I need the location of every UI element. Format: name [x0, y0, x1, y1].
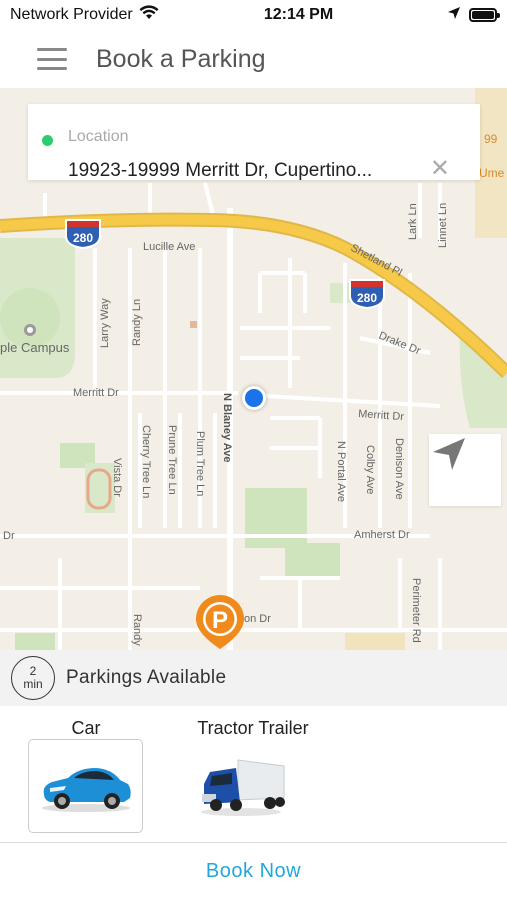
svg-text:Prune Tree Ln: Prune Tree Ln	[166, 425, 178, 495]
status-time: 12:14 PM	[263, 6, 334, 23]
svg-text:Merritt Dr: Merritt Dr	[73, 387, 119, 399]
svg-text:Dr: Dr	[3, 530, 15, 542]
location-status-dot	[42, 135, 53, 146]
svg-text:Colby Ave: Colby Ave	[364, 445, 376, 494]
svg-text:Randy Ln: Randy Ln	[131, 299, 143, 346]
hamburger-menu-icon[interactable]	[37, 48, 67, 70]
svg-text:Lucille Ave: Lucille Ave	[143, 241, 195, 253]
svg-text:Amherst Dr: Amherst Dr	[354, 529, 410, 541]
book-now-button[interactable]: Book Now	[0, 842, 507, 900]
svg-text:280: 280	[357, 291, 377, 305]
wifi-icon	[139, 5, 159, 25]
svg-text:Perimeter Rd: Perimeter Rd	[410, 578, 422, 643]
close-icon[interactable]: ✕	[430, 157, 450, 181]
parking-pin-marker[interactable]: P	[192, 593, 248, 649]
location-card[interactable]: Location 19923-19999 Merritt Dr, Cuperti…	[28, 104, 480, 182]
svg-text:Denison Ave: Denison Ave	[393, 438, 405, 500]
svg-text:Plum Tree Ln: Plum Tree Ln	[194, 431, 206, 496]
truck-icon	[200, 759, 285, 816]
vehicle-label-truck: Tractor Trailer	[197, 718, 309, 738]
map-view[interactable]: 280 280 Lucille Ave Shetland Pl Lark Ln …	[0, 88, 507, 650]
availability-text: Parkings Available	[66, 667, 227, 688]
svg-text:Merritt Dr: Merritt Dr	[358, 408, 405, 423]
recenter-button[interactable]	[429, 434, 501, 506]
status-left: Network Provider	[10, 5, 210, 25]
svg-text:Ume: Ume	[479, 166, 505, 180]
svg-text:P: P	[212, 607, 228, 634]
svg-text:Drake Dr: Drake Dr	[377, 330, 423, 358]
svg-text:Lark Ln: Lark Ln	[407, 203, 419, 240]
svg-text:Linnet Ln: Linnet Ln	[437, 203, 449, 248]
availability-bar: 2 min Parkings Available	[0, 650, 507, 706]
location-label: Location	[68, 128, 129, 145]
svg-text:Randy: Randy	[131, 614, 143, 646]
book-now-label: Book Now	[205, 860, 302, 882]
vehicle-label-car: Car	[71, 718, 101, 738]
svg-text:280: 280	[73, 231, 93, 245]
svg-text:N Portal Ave: N Portal Ave	[335, 441, 347, 502]
carrier-name: Network Provider	[10, 6, 133, 23]
vehicle-selector: Car Tractor Trailer	[0, 706, 507, 842]
svg-text:99: 99	[484, 132, 498, 146]
location-input[interactable]: 19923-19999 Merritt Dr, Cupertino...	[68, 160, 418, 182]
location-services-icon	[447, 6, 461, 25]
status-bar: Network Provider 12:14 PM	[0, 0, 507, 30]
svg-text:Larry Way: Larry Way	[99, 298, 111, 348]
svg-text:on Dr: on Dr	[244, 613, 271, 625]
svg-text:Vista Dr: Vista Dr	[111, 458, 123, 497]
battery-icon	[469, 8, 500, 22]
vehicle-card-truck[interactable]	[183, 739, 298, 833]
eta-unit: min	[23, 677, 43, 691]
app-header: Book a Parking	[0, 30, 507, 88]
current-location-marker	[242, 386, 266, 410]
svg-text:ple Campus: ple Campus	[0, 340, 70, 355]
navigation-arrow-icon	[433, 438, 465, 470]
status-right	[447, 6, 500, 25]
svg-text:N Blaney Ave: N Blaney Ave	[221, 393, 233, 463]
vehicle-card-car[interactable]	[28, 739, 143, 833]
svg-text:Cherry Tree Ln: Cherry Tree Ln	[140, 425, 152, 498]
eta-badge: 2 min	[11, 656, 55, 700]
car-icon	[41, 768, 131, 812]
page-title: Book a Parking	[96, 44, 266, 73]
